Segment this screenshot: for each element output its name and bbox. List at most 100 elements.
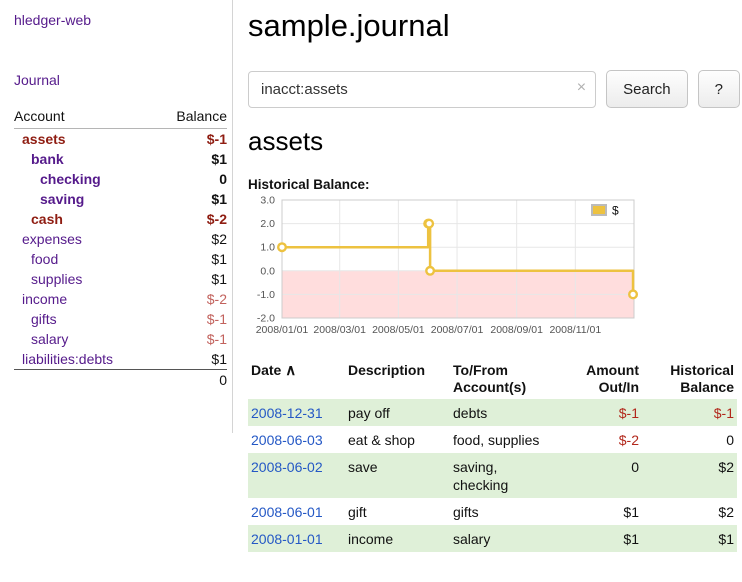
register-row: 2008-01-01incomesalary$1$1 — [248, 525, 737, 552]
accounts-total-spacer — [14, 370, 155, 391]
transaction-amount: $1 — [555, 498, 642, 525]
transaction-amount: 0 — [555, 453, 642, 498]
transaction-balance: $2 — [642, 498, 737, 525]
account-row: assets$-1 — [14, 129, 227, 150]
clear-search-icon[interactable]: × — [577, 79, 586, 97]
transaction-accounts: salary — [450, 525, 555, 552]
svg-text:-1.0: -1.0 — [257, 289, 275, 301]
transaction-description: eat & shop — [345, 426, 450, 453]
register-header-accounts: To/FromAccount(s) — [450, 359, 555, 399]
account-link[interactable]: income — [22, 291, 67, 307]
account-link[interactable]: expenses — [22, 231, 82, 247]
account-row: bank $1 — [14, 149, 227, 169]
register-header-amount: AmountOut/In — [555, 359, 642, 399]
svg-text:1.0: 1.0 — [260, 242, 275, 254]
account-heading: assets — [248, 126, 740, 157]
account-link[interactable]: checking — [40, 171, 101, 187]
account-link[interactable]: liabilities:debts — [22, 351, 113, 367]
transaction-balance: $1 — [642, 525, 737, 552]
transaction-amount: $-2 — [555, 426, 642, 453]
svg-text:2008/03/01: 2008/03/01 — [313, 324, 366, 336]
account-row: checking0 — [14, 169, 227, 189]
transaction-date-link[interactable]: 2008-12-31 — [251, 405, 323, 421]
transaction-date-link[interactable]: 2008-06-02 — [251, 459, 323, 475]
header-line: Amount — [558, 362, 639, 379]
account-row: food$1 — [14, 249, 227, 269]
svg-text:3.0: 3.0 — [260, 195, 275, 207]
register-row: 2008-06-03 eat & shopfood, supplies$-20 — [248, 426, 737, 453]
account-name-cell: supplies — [14, 269, 155, 289]
sidebar: hledger-web Journal Account Balance asse… — [0, 0, 233, 433]
accounts-total-value: 0 — [155, 370, 227, 391]
search-input[interactable] — [248, 71, 596, 108]
account-balance: $-2 — [155, 289, 227, 309]
transaction-accounts: debts — [450, 399, 555, 426]
header-line: Historical — [645, 362, 734, 379]
account-link[interactable]: salary — [31, 331, 68, 347]
transaction-date-link[interactable]: 2008-06-03 — [251, 432, 323, 448]
transaction-accounts: food, supplies — [450, 426, 555, 453]
account-link[interactable]: food — [31, 251, 58, 267]
account-balance: $-1 — [155, 329, 227, 349]
account-link[interactable]: bank — [31, 151, 64, 167]
register-header-date[interactable]: Date ∧ — [248, 359, 345, 399]
accounts-header-balance: Balance — [155, 106, 227, 129]
transaction-balance: $-1 — [642, 399, 737, 426]
transaction-description: save — [345, 453, 450, 498]
transaction-balance: 0 — [642, 426, 737, 453]
search-box: × — [248, 71, 596, 108]
account-row: cash $-2 — [14, 209, 227, 229]
header-line: Out/In — [558, 379, 639, 396]
account-name-cell: expenses — [14, 229, 155, 249]
transaction-amount: $-1 — [555, 399, 642, 426]
transaction-description: gift — [345, 498, 450, 525]
transaction-description: pay off — [345, 399, 450, 426]
brand-link[interactable]: hledger-web — [14, 12, 227, 28]
account-name-cell: saving — [14, 189, 155, 209]
account-name-cell: gifts — [14, 309, 155, 329]
account-balance: $-1 — [155, 309, 227, 329]
account-link[interactable]: supplies — [31, 271, 82, 287]
sidebar-item-journal[interactable]: Journal — [14, 72, 227, 88]
accounts-table: Account Balance assets$-1bank$1checking0… — [14, 106, 227, 390]
transaction-date-link[interactable]: 2008-06-01 — [251, 504, 323, 520]
account-name-cell: cash — [14, 209, 155, 229]
help-button[interactable]: ? — [698, 70, 740, 108]
account-name-cell: assets — [14, 129, 155, 150]
accounts-header-row: Account Balance — [14, 106, 227, 129]
transaction-amount: $1 — [555, 525, 642, 552]
transaction-accounts: saving, checking — [450, 453, 555, 498]
register-row: 2008-06-01giftgifts$1$2 — [248, 498, 737, 525]
account-name-cell: food — [14, 249, 155, 269]
chart-svg: 3.02.01.00.0-1.0-2.02008/01/012008/03/01… — [248, 194, 648, 344]
svg-text:2008/01/01: 2008/01/01 — [256, 324, 309, 336]
account-row: income $-2 — [14, 289, 227, 309]
account-name-cell: checking — [14, 169, 155, 189]
account-link[interactable]: cash — [31, 211, 63, 227]
sort-ascending-icon: ∧ — [285, 362, 296, 379]
account-name-cell: bank — [14, 149, 155, 169]
account-balance: $-2 — [155, 209, 227, 229]
account-row: supplies$1 — [14, 269, 227, 289]
account-row: salary $-1 — [14, 329, 227, 349]
account-link[interactable]: gifts — [31, 311, 57, 327]
account-link[interactable]: saving — [40, 191, 84, 207]
svg-text:$: $ — [612, 204, 619, 218]
account-row: liabilities:debts$1 — [14, 349, 227, 370]
transaction-date-link[interactable]: 2008-01-01 — [251, 531, 323, 547]
transaction-date-cell: 2008-06-02 — [248, 453, 345, 498]
account-link[interactable]: assets — [22, 131, 66, 147]
register-header-balance: HistoricalBalance — [642, 359, 737, 399]
account-balance: $1 — [155, 149, 227, 169]
header-line: To/From — [453, 362, 552, 379]
account-name-cell: liabilities:debts — [14, 349, 155, 370]
register-table: Date ∧ Description To/FromAccount(s) Amo… — [248, 359, 737, 552]
register-header-row: Date ∧ Description To/FromAccount(s) Amo… — [248, 359, 737, 399]
account-row: gifts $-1 — [14, 309, 227, 329]
transaction-date-cell: 2008-06-03 — [248, 426, 345, 453]
account-row: expenses$2 — [14, 229, 227, 249]
transaction-description: income — [345, 525, 450, 552]
search-button[interactable]: Search — [606, 70, 688, 108]
register-row: 2008-06-02savesaving, checking0$2 — [248, 453, 737, 498]
svg-text:2008/09/01: 2008/09/01 — [490, 324, 543, 336]
